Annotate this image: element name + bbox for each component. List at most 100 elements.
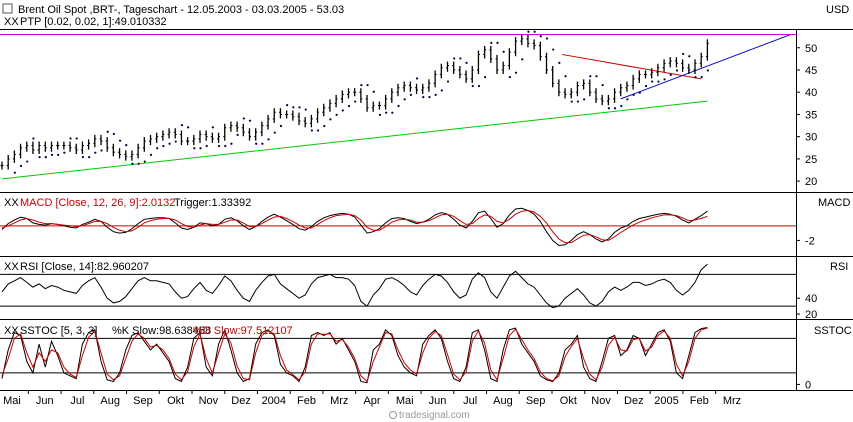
price-ptp-dot: [224, 144, 227, 148]
rsi-indicator-label: RSI [Close, 14]:82.960207: [20, 261, 149, 273]
x-tick-label: Nov: [591, 395, 611, 407]
price-ptp-dot: [428, 96, 431, 99]
price-ptp-dot: [329, 118, 332, 121]
price-ptp-dot: [552, 48, 555, 51]
price-ptp-dot: [601, 84, 604, 87]
macd-indicator-icon[interactable]: XX: [4, 197, 19, 209]
price-ptp-dot: [94, 151, 97, 154]
price-ptp-dot: [335, 113, 338, 116]
x-tick-label: Mai: [396, 395, 414, 407]
price-indicator-icon[interactable]: XX: [4, 16, 19, 28]
price-ptp-dot: [397, 104, 400, 108]
price-ptp-dot: [372, 90, 375, 93]
title-row: Brent Oil Spot ,BRT-, Tageschart - 12.05…: [2, 3, 849, 16]
price-ptp-dot: [409, 93, 412, 96]
price-ptp-dot: [310, 129, 313, 132]
x-tick-label: Jun: [36, 395, 54, 407]
price-ptp-dot: [484, 76, 487, 79]
x-tick-label: Apr: [363, 395, 380, 407]
x-tick-label: Jul: [463, 395, 477, 407]
price-ptp-dot: [304, 108, 307, 111]
x-tick-label: Dez: [624, 395, 644, 407]
price-ptp-dot: [669, 73, 672, 76]
price-ptp-dot: [651, 80, 654, 83]
branding-icon: [389, 411, 397, 419]
branding: tradesignal.com: [389, 410, 470, 421]
price-ptp-dot: [539, 35, 542, 38]
price-y-tick-label: 20: [805, 176, 817, 188]
price-ptp-dot: [446, 80, 450, 83]
price-ptp-dot: [347, 104, 351, 108]
price-ptp-dot: [230, 142, 233, 145]
price-ptp-dot: [217, 144, 221, 148]
price-ptp-dot: [26, 160, 29, 163]
price-ptp-dot: [533, 30, 536, 33]
x-tick-label: Sep: [133, 395, 153, 407]
price-ptp-dot: [69, 137, 72, 140]
price-ptp-dot: [143, 160, 146, 163]
title-icon[interactable]: [2, 3, 13, 14]
price-ptp-dot: [63, 151, 66, 154]
price-ptp-dot: [131, 162, 134, 165]
price-y-tick-label: 50: [805, 43, 817, 55]
price-ptp-dot: [13, 171, 16, 174]
x-tick-label: Okt: [167, 395, 184, 407]
price-ptp-dot: [465, 61, 468, 64]
price-ptp-dot: [174, 140, 177, 143]
price-ptp-dot: [471, 84, 474, 88]
price-ptp-dot: [273, 131, 276, 134]
price-ptp-dot: [75, 137, 78, 140]
price-ptp-dot: [391, 111, 394, 114]
x-tick-label: Mrz: [723, 395, 741, 407]
price-ptp-dot: [187, 126, 190, 129]
price-ptp-dot: [106, 130, 109, 133]
price-ptp-dot: [564, 75, 567, 78]
price-ptp-dot: [700, 76, 703, 79]
x-tick-label: Aug: [493, 395, 513, 407]
price-ptp-dot: [385, 111, 388, 114]
price-ptp-dot: [459, 57, 462, 60]
price-ptp-dot: [248, 119, 252, 122]
price-ptp-dot: [279, 124, 283, 128]
price-ptp-dot: [261, 142, 264, 145]
currency-label: USD: [826, 4, 849, 16]
price-ptp-dot: [496, 41, 499, 44]
price-ptp-dot: [112, 132, 115, 136]
x-tick-label: Nov: [199, 395, 219, 407]
price-ptp-dot: [193, 147, 196, 150]
sstoc-axis-label: SSTOC: [814, 325, 852, 337]
sstoc-indicator-icon[interactable]: XX: [4, 325, 19, 337]
x-tick-label: Jun: [429, 395, 447, 407]
sstoc-y-tick-label: 0: [805, 379, 811, 391]
price-ptp-dot: [415, 77, 419, 80]
x-tick-label: Feb: [297, 395, 316, 407]
price-ptp-dot: [663, 78, 666, 81]
price-y-tick-label: 45: [805, 65, 817, 77]
price-ptp-dot: [508, 76, 511, 79]
price-ptp-dot: [527, 30, 530, 33]
x-tick-label: Jul: [70, 395, 84, 407]
price-ptp-dot: [558, 61, 561, 64]
chart-root: Mai Jun Jul Aug Sep Okt Nov Dez 2004 Feb Mrz Apr Mai…: [0, 0, 853, 422]
price-ptp-dot: [149, 153, 153, 156]
price-y-tick-label: 30: [805, 132, 817, 144]
x-tick-label: Mai: [3, 395, 21, 407]
price-indicator-row: XX PTP [0.02, 0.02, 1]:49.010332: [4, 16, 167, 28]
price-ptp-dot: [657, 80, 660, 83]
price-ptp-dot: [205, 144, 208, 148]
x-tick-label: 2004: [262, 395, 286, 407]
price-ptp-dot: [168, 142, 171, 145]
panel-price-frame: [0, 29, 796, 192]
rsi-indicator-icon[interactable]: XX: [4, 261, 19, 273]
price-ptp-dot: [632, 93, 635, 96]
price-ptp-dot: [32, 137, 35, 140]
price-ptp-dot: [490, 41, 493, 44]
price-ptp-dot: [211, 126, 214, 129]
rsi-axis-label: RSI: [830, 261, 848, 273]
macd-indicator-label: MACD [Close, 12, 26, 9]:2.0132: [20, 197, 175, 209]
price-ptp-dot: [620, 104, 623, 108]
price-ptp-dot: [682, 52, 685, 56]
branding-text: tradesignal.com: [399, 410, 470, 421]
price-ptp-dot: [38, 156, 41, 159]
price-ptp-dot: [626, 98, 629, 101]
